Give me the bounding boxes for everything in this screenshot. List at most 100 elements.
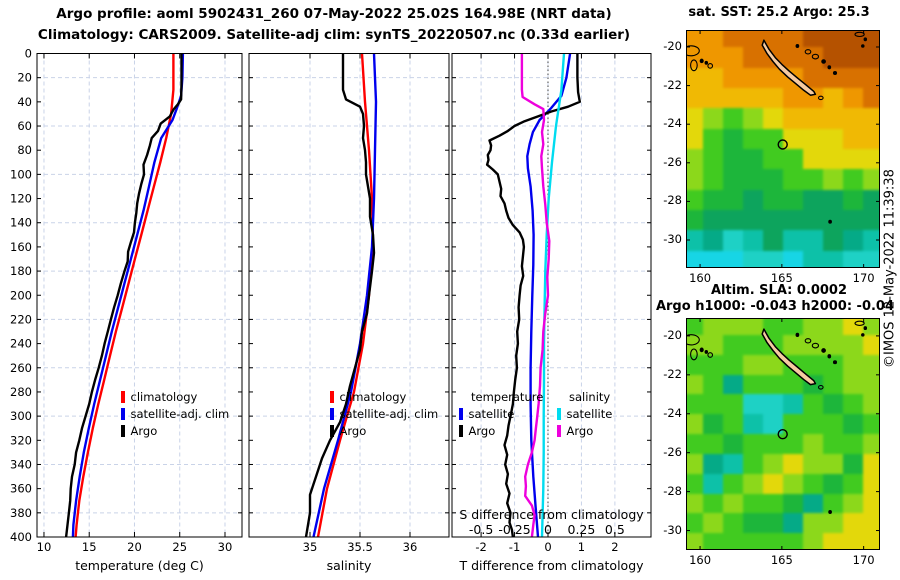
legend-item: Argo: [121, 422, 229, 439]
legend-item: Argo: [459, 422, 543, 439]
t-argo-line-swatch: [459, 424, 463, 437]
legend-item: climatology: [330, 388, 438, 405]
map-lon-tick-label: 170: [852, 553, 875, 567]
series-t-satellite: [526, 53, 572, 537]
islet-outline: [863, 326, 868, 331]
sla-map: [686, 318, 880, 550]
legend-group-header: temperature: [471, 389, 544, 404]
s-axis-tick-label: 0: [544, 522, 552, 537]
islet-outline: [832, 360, 838, 365]
legend-label: satellite-adj. clim: [130, 406, 230, 421]
panel-salinity: 35 35.5 36 salinity: [248, 53, 450, 573]
legend-label: satellite: [468, 406, 515, 421]
map-lon-tick-label: 160: [689, 271, 712, 285]
legend-label: climatology: [339, 389, 407, 404]
depth-tick-label: 380: [10, 506, 32, 520]
new-caledonia-coastline: [761, 39, 817, 96]
argo-line-swatch: [121, 424, 125, 437]
series-satellite-adj-clim: [71, 53, 185, 537]
legend-item: climatology: [121, 388, 229, 405]
islet-outline: [811, 53, 820, 60]
islet-outline: [707, 63, 714, 69]
islet-outline: [854, 31, 865, 38]
x-tick-label: 25: [172, 540, 187, 554]
figure-canvas: Argo profile: aoml 5902431_260 07-May-20…: [0, 0, 900, 580]
islet-outline: [821, 348, 826, 353]
series-climatology: [74, 53, 175, 537]
x-tick-label: 1: [578, 540, 585, 554]
legend-label: Argo: [468, 423, 496, 438]
map-lat-tick-label: -28: [663, 193, 682, 208]
x-tick-label: 0: [544, 540, 551, 554]
x-tick-label: 36: [403, 540, 418, 554]
map-lat-tick-label: -26: [663, 444, 682, 459]
islet-outline: [863, 37, 868, 42]
map-lat-tick-label: -22: [663, 77, 682, 92]
x-tick-label: 15: [82, 540, 97, 554]
legend-label: satellite: [566, 406, 613, 421]
map-lon-tick-label: 165: [770, 271, 793, 285]
map-lat-tick-label: -26: [663, 154, 682, 169]
depth-tick-label: 200: [10, 288, 32, 302]
argo-line-swatch: [330, 424, 334, 437]
x-tick-label: 35.5: [347, 540, 373, 554]
islet-outline: [707, 352, 714, 358]
x-axis-label: temperature (deg C): [75, 558, 204, 573]
islet-outline: [804, 338, 812, 344]
depth-tick-label: 0: [25, 47, 32, 61]
sla-map-subtitle: Argo h1000: -0.043 h2000: -0.04: [655, 299, 895, 314]
islet-outline: [690, 59, 698, 72]
map-lon-tick-label: 165: [770, 553, 793, 567]
depth-tick-label: 60: [17, 119, 32, 133]
legend-item: Argo: [557, 422, 612, 439]
depth-tick-label: 140: [10, 216, 32, 230]
map-lat-tick-label: -30: [663, 232, 682, 246]
islet-outline: [827, 65, 832, 70]
figure-title-line2: Climatology: CARS2009. Satellite-adj cli…: [37, 27, 631, 43]
islet-outline: [827, 354, 832, 359]
legend-item: Argo: [330, 422, 438, 439]
depth-tick-label: 100: [10, 167, 32, 181]
series-s-satellite: [540, 53, 566, 537]
x-tick-label: 20: [127, 540, 142, 554]
s-axis-tick-label: 0.25: [568, 522, 596, 537]
x-axis-label: T difference from climatology: [458, 558, 644, 573]
depth-tick-label: 400: [10, 530, 32, 544]
series-s-argo: [520, 53, 551, 537]
s-axis-label: S difference from climatology: [459, 507, 644, 522]
climatology-line-swatch: [330, 390, 334, 403]
depth-tick-label: 280: [10, 385, 32, 399]
legend-salinity-panel: climatology satellite-adj. clim Argo: [330, 388, 438, 439]
islet-outline: [804, 49, 812, 55]
legend-item: satellite: [557, 405, 612, 422]
islet-outline: [817, 384, 824, 390]
sst-map: [686, 30, 880, 268]
series-satellite-adj-clim: [312, 53, 378, 537]
depth-tick-label: 80: [17, 143, 32, 157]
legend-difference-temperature-group: temperature satellite Argo: [459, 388, 543, 439]
depth-tick-label: 340: [10, 457, 32, 471]
islet-outline: [690, 348, 698, 361]
figure-title-line1: Argo profile: aoml 5902431_260 07-May-20…: [56, 6, 612, 22]
legend-difference-salinity-group: salinity satellite Argo: [557, 388, 612, 439]
s-axis-tick-label: 0.5: [605, 522, 625, 537]
x-tick-label: 35: [303, 540, 318, 554]
series-argo: [64, 53, 183, 537]
islet-outline: [795, 43, 800, 49]
s-axis-tick-label: -0.5: [469, 522, 493, 537]
x-tick-label: 10: [37, 540, 52, 554]
depth-tick-label: 40: [17, 95, 32, 109]
series-climatology: [316, 53, 375, 537]
islet-outline: [854, 320, 865, 326]
depth-tick-label: 180: [10, 264, 32, 278]
depth-tick-label: 360: [10, 482, 32, 496]
islet-outline: [699, 58, 704, 64]
legend-temperature-panel: climatology satellite-adj. clim Argo: [121, 388, 229, 439]
depth-tick-label: 300: [10, 409, 32, 423]
map-lat-tick-label: -28: [663, 483, 682, 498]
sst-map-title: sat. SST: 25.2 Argo: 25.3: [688, 5, 870, 20]
x-tick-label: -1: [509, 540, 520, 554]
depth-tick-label: 260: [10, 361, 32, 375]
legend-label: Argo: [130, 423, 158, 438]
islet-outline: [828, 510, 832, 514]
